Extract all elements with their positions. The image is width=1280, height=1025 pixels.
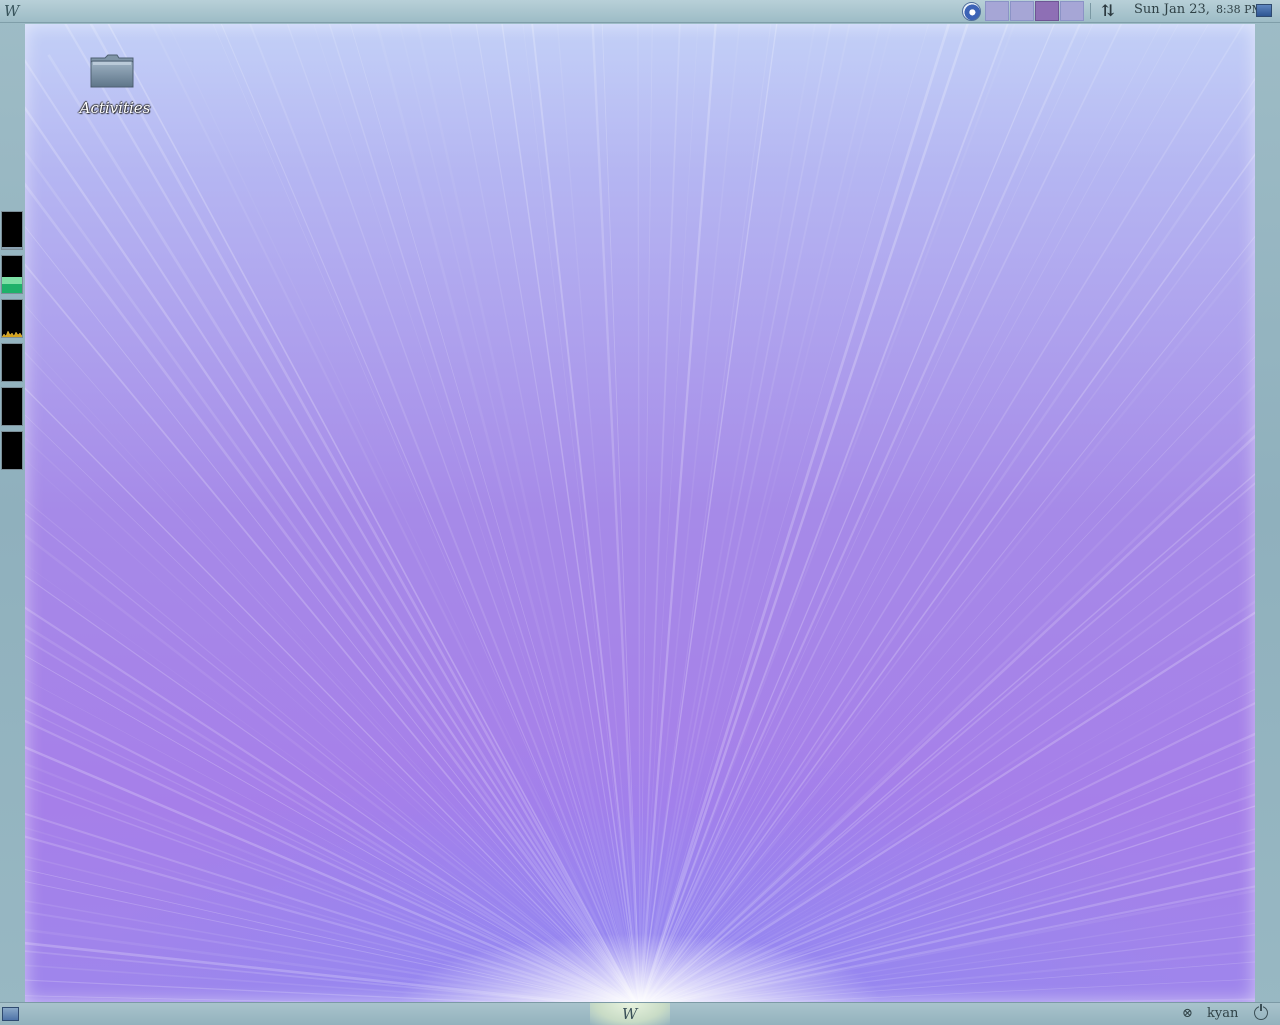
bottom-panel: W ⊗ kyan: [0, 1002, 1280, 1025]
bottom-launcher[interactable]: W: [590, 1003, 670, 1025]
wallpaper-rays: [25, 24, 1255, 1002]
web-browser-icon[interactable]: [962, 2, 981, 21]
folder-label[interactable]: Activities: [65, 99, 165, 117]
cpu-monitor[interactable]: [1, 211, 23, 250]
power-icon[interactable]: [1254, 1004, 1268, 1020]
network-arrows-icon[interactable]: ⇅: [1097, 2, 1119, 20]
panel-separator: [1090, 3, 1091, 19]
window-list-icon[interactable]: [2, 1007, 19, 1021]
user-switch-icon[interactable]: ⊗: [1182, 1007, 1200, 1021]
disk-monitor[interactable]: [1, 431, 23, 470]
user-name[interactable]: kyan: [1207, 1003, 1238, 1025]
workspace-2[interactable]: [1010, 1, 1034, 21]
top-panel: W ⇅ Sun Jan 23, 8:38 PM: [0, 0, 1280, 23]
workspace-3[interactable]: [1035, 1, 1059, 21]
memory-monitor[interactable]: [1, 255, 23, 294]
workspace-1[interactable]: [985, 1, 1009, 21]
swap-monitor[interactable]: [1, 343, 23, 382]
clock-date: Sun Jan 23,: [1134, 2, 1210, 17]
load-monitor[interactable]: [1, 387, 23, 426]
desktop-area[interactable]: Activities: [25, 24, 1255, 1002]
workspace-pager[interactable]: [985, 1, 1085, 21]
monitor-icon[interactable]: [1256, 4, 1272, 17]
folder-icon[interactable]: [89, 52, 135, 90]
clock[interactable]: Sun Jan 23, 8:38 PM: [1134, 0, 1263, 22]
system-monitors: [1, 211, 23, 475]
network-monitor[interactable]: [1, 299, 23, 338]
main-menu-logo[interactable]: W: [4, 0, 19, 22]
bottom-logo[interactable]: W: [622, 1003, 637, 1025]
workspace-4[interactable]: [1060, 1, 1084, 21]
